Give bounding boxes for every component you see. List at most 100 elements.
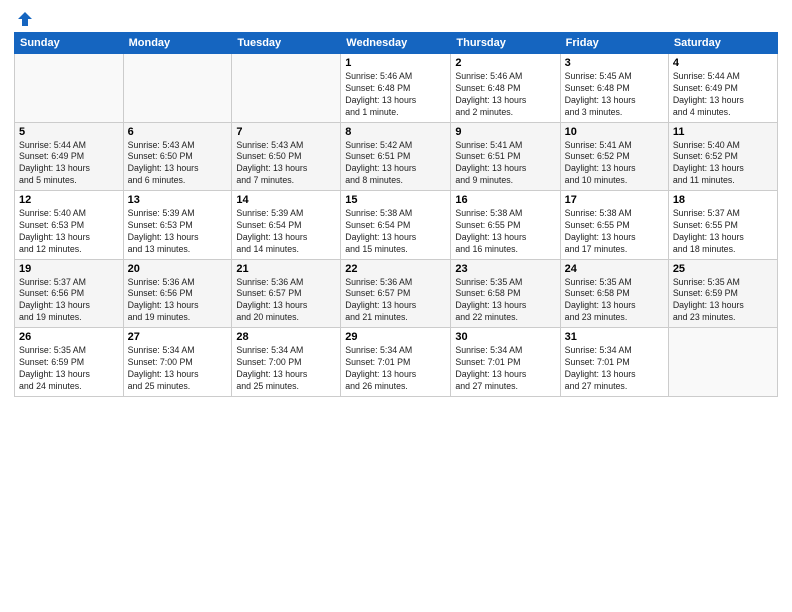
calendar-cell <box>232 54 341 123</box>
calendar-header-sunday: Sunday <box>15 33 124 54</box>
day-info: Sunrise: 5:38 AM Sunset: 6:55 PM Dayligh… <box>455 208 555 256</box>
calendar-cell: 6Sunrise: 5:43 AM Sunset: 6:50 PM Daylig… <box>123 122 232 191</box>
day-number: 20 <box>128 263 228 275</box>
day-info: Sunrise: 5:36 AM Sunset: 6:57 PM Dayligh… <box>236 277 336 325</box>
calendar-cell <box>668 328 777 397</box>
calendar-cell <box>15 54 124 123</box>
calendar-header-wednesday: Wednesday <box>341 33 451 54</box>
calendar-cell: 5 Sunrise: 5:44 AM Sunset: 6:49 PM Daylig… <box>15 122 124 191</box>
calendar-header-tuesday: Tuesday <box>232 33 341 54</box>
calendar-cell: 16Sunrise: 5:38 AM Sunset: 6:55 PM Dayli… <box>451 191 560 260</box>
day-number: 31 <box>565 331 664 343</box>
day-info: Sunrise: 5:34 AM Sunset: 7:01 PM Dayligh… <box>455 345 555 393</box>
day-number: 1 <box>345 57 446 69</box>
header <box>14 10 778 26</box>
day-info: Sunrise: 5:35 AM Sunset: 6:58 PM Dayligh… <box>565 277 664 325</box>
day-info: Sunrise: 5:44 AM Sunset: 6:49 PM Dayligh… <box>673 71 773 119</box>
calendar-cell: 1 Sunrise: 5:46 AM Sunset: 6:48 PM Daylig… <box>341 54 451 123</box>
day-info: Sunrise: 5:39 AM Sunset: 6:54 PM Dayligh… <box>236 208 336 256</box>
calendar-week-3: 12 Sunrise: 5:40 AM Sunset: 6:53 PM Dayli… <box>15 191 778 260</box>
day-info: Sunrise: 5:35 AM Sunset: 6:58 PM Dayligh… <box>455 277 555 325</box>
calendar-cell: 19Sunrise: 5:37 AM Sunset: 6:56 PM Dayli… <box>15 259 124 328</box>
calendar-week-5: 26Sunrise: 5:35 AM Sunset: 6:59 PM Dayli… <box>15 328 778 397</box>
calendar-header-row: SundayMondayTuesdayWednesdayThursdayFrid… <box>15 33 778 54</box>
day-number: 6 <box>128 126 228 138</box>
day-number: 10 <box>565 126 664 138</box>
calendar-cell <box>123 54 232 123</box>
day-number: 9 <box>455 126 555 138</box>
day-info: Sunrise: 5:38 AM Sunset: 6:54 PM Dayligh… <box>345 208 446 256</box>
logo-icon <box>16 10 34 28</box>
day-number: 2 <box>455 57 555 69</box>
day-number: 26 <box>19 331 119 343</box>
day-number: 12 <box>19 194 119 206</box>
day-number: 11 <box>673 126 773 138</box>
day-number: 21 <box>236 263 336 275</box>
day-number: 25 <box>673 263 773 275</box>
calendar-cell: 29 Sunrise: 5:34 AM Sunset: 7:01 PM Dayli… <box>341 328 451 397</box>
day-number: 19 <box>19 263 119 275</box>
calendar-cell: 10 Sunrise: 5:41 AM Sunset: 6:52 PM Dayli… <box>560 122 668 191</box>
day-info: Sunrise: 5:46 AM Sunset: 6:48 PM Dayligh… <box>455 71 555 119</box>
calendar-cell: 24 Sunrise: 5:35 AM Sunset: 6:58 PM Dayli… <box>560 259 668 328</box>
day-info: Sunrise: 5:36 AM Sunset: 6:57 PM Dayligh… <box>345 277 446 325</box>
calendar-cell: 7Sunrise: 5:43 AM Sunset: 6:50 PM Daylig… <box>232 122 341 191</box>
day-info: Sunrise: 5:35 AM Sunset: 6:59 PM Dayligh… <box>673 277 773 325</box>
calendar-week-1: 1 Sunrise: 5:46 AM Sunset: 6:48 PM Daylig… <box>15 54 778 123</box>
calendar-cell: 9Sunrise: 5:41 AM Sunset: 6:51 PM Daylig… <box>451 122 560 191</box>
calendar-week-2: 5 Sunrise: 5:44 AM Sunset: 6:49 PM Daylig… <box>15 122 778 191</box>
calendar-cell: 3 Sunrise: 5:45 AM Sunset: 6:48 PM Daylig… <box>560 54 668 123</box>
day-info: Sunrise: 5:34 AM Sunset: 7:01 PM Dayligh… <box>345 345 446 393</box>
calendar-cell: 20 Sunrise: 5:36 AM Sunset: 6:56 PM Dayli… <box>123 259 232 328</box>
calendar-cell: 14 Sunrise: 5:39 AM Sunset: 6:54 PM Dayli… <box>232 191 341 260</box>
day-number: 15 <box>345 194 446 206</box>
day-info: Sunrise: 5:42 AM Sunset: 6:51 PM Dayligh… <box>345 140 446 188</box>
day-info: Sunrise: 5:40 AM Sunset: 6:53 PM Dayligh… <box>19 208 119 256</box>
calendar-cell: 4 Sunrise: 5:44 AM Sunset: 6:49 PM Daylig… <box>668 54 777 123</box>
day-info: Sunrise: 5:34 AM Sunset: 7:00 PM Dayligh… <box>236 345 336 393</box>
day-number: 8 <box>345 126 446 138</box>
day-info: Sunrise: 5:44 AM Sunset: 6:49 PM Dayligh… <box>19 140 119 188</box>
calendar-cell: 28 Sunrise: 5:34 AM Sunset: 7:00 PM Dayli… <box>232 328 341 397</box>
calendar-cell: 25 Sunrise: 5:35 AM Sunset: 6:59 PM Dayli… <box>668 259 777 328</box>
calendar-cell: 31 Sunrise: 5:34 AM Sunset: 7:01 PM Dayli… <box>560 328 668 397</box>
calendar-cell: 12 Sunrise: 5:40 AM Sunset: 6:53 PM Dayli… <box>15 191 124 260</box>
logo <box>14 10 34 26</box>
day-number: 3 <box>565 57 664 69</box>
day-number: 28 <box>236 331 336 343</box>
day-number: 24 <box>565 263 664 275</box>
day-number: 27 <box>128 331 228 343</box>
calendar-cell: 18 Sunrise: 5:37 AM Sunset: 6:55 PM Dayli… <box>668 191 777 260</box>
day-number: 29 <box>345 331 446 343</box>
day-info: Sunrise: 5:38 AM Sunset: 6:55 PM Dayligh… <box>565 208 664 256</box>
day-number: 14 <box>236 194 336 206</box>
day-number: 23 <box>455 263 555 275</box>
calendar-header-thursday: Thursday <box>451 33 560 54</box>
day-number: 4 <box>673 57 773 69</box>
day-info: Sunrise: 5:36 AM Sunset: 6:56 PM Dayligh… <box>128 277 228 325</box>
day-number: 18 <box>673 194 773 206</box>
day-number: 13 <box>128 194 228 206</box>
day-info: Sunrise: 5:34 AM Sunset: 7:00 PM Dayligh… <box>128 345 228 393</box>
calendar-header-friday: Friday <box>560 33 668 54</box>
calendar-cell: 2 Sunrise: 5:46 AM Sunset: 6:48 PM Daylig… <box>451 54 560 123</box>
calendar-header-saturday: Saturday <box>668 33 777 54</box>
calendar: SundayMondayTuesdayWednesdayThursdayFrid… <box>14 32 778 397</box>
day-info: Sunrise: 5:41 AM Sunset: 6:52 PM Dayligh… <box>565 140 664 188</box>
day-number: 7 <box>236 126 336 138</box>
calendar-header-monday: Monday <box>123 33 232 54</box>
day-info: Sunrise: 5:34 AM Sunset: 7:01 PM Dayligh… <box>565 345 664 393</box>
calendar-cell: 21 Sunrise: 5:36 AM Sunset: 6:57 PM Dayli… <box>232 259 341 328</box>
calendar-cell: 27 Sunrise: 5:34 AM Sunset: 7:00 PM Dayli… <box>123 328 232 397</box>
calendar-cell: 30 Sunrise: 5:34 AM Sunset: 7:01 PM Dayli… <box>451 328 560 397</box>
day-number: 17 <box>565 194 664 206</box>
day-number: 5 <box>19 126 119 138</box>
calendar-cell: 22Sunrise: 5:36 AM Sunset: 6:57 PM Dayli… <box>341 259 451 328</box>
calendar-cell: 26Sunrise: 5:35 AM Sunset: 6:59 PM Dayli… <box>15 328 124 397</box>
calendar-cell: 17 Sunrise: 5:38 AM Sunset: 6:55 PM Dayli… <box>560 191 668 260</box>
day-info: Sunrise: 5:37 AM Sunset: 6:55 PM Dayligh… <box>673 208 773 256</box>
day-info: Sunrise: 5:45 AM Sunset: 6:48 PM Dayligh… <box>565 71 664 119</box>
day-info: Sunrise: 5:40 AM Sunset: 6:52 PM Dayligh… <box>673 140 773 188</box>
day-info: Sunrise: 5:46 AM Sunset: 6:48 PM Dayligh… <box>345 71 446 119</box>
day-number: 30 <box>455 331 555 343</box>
